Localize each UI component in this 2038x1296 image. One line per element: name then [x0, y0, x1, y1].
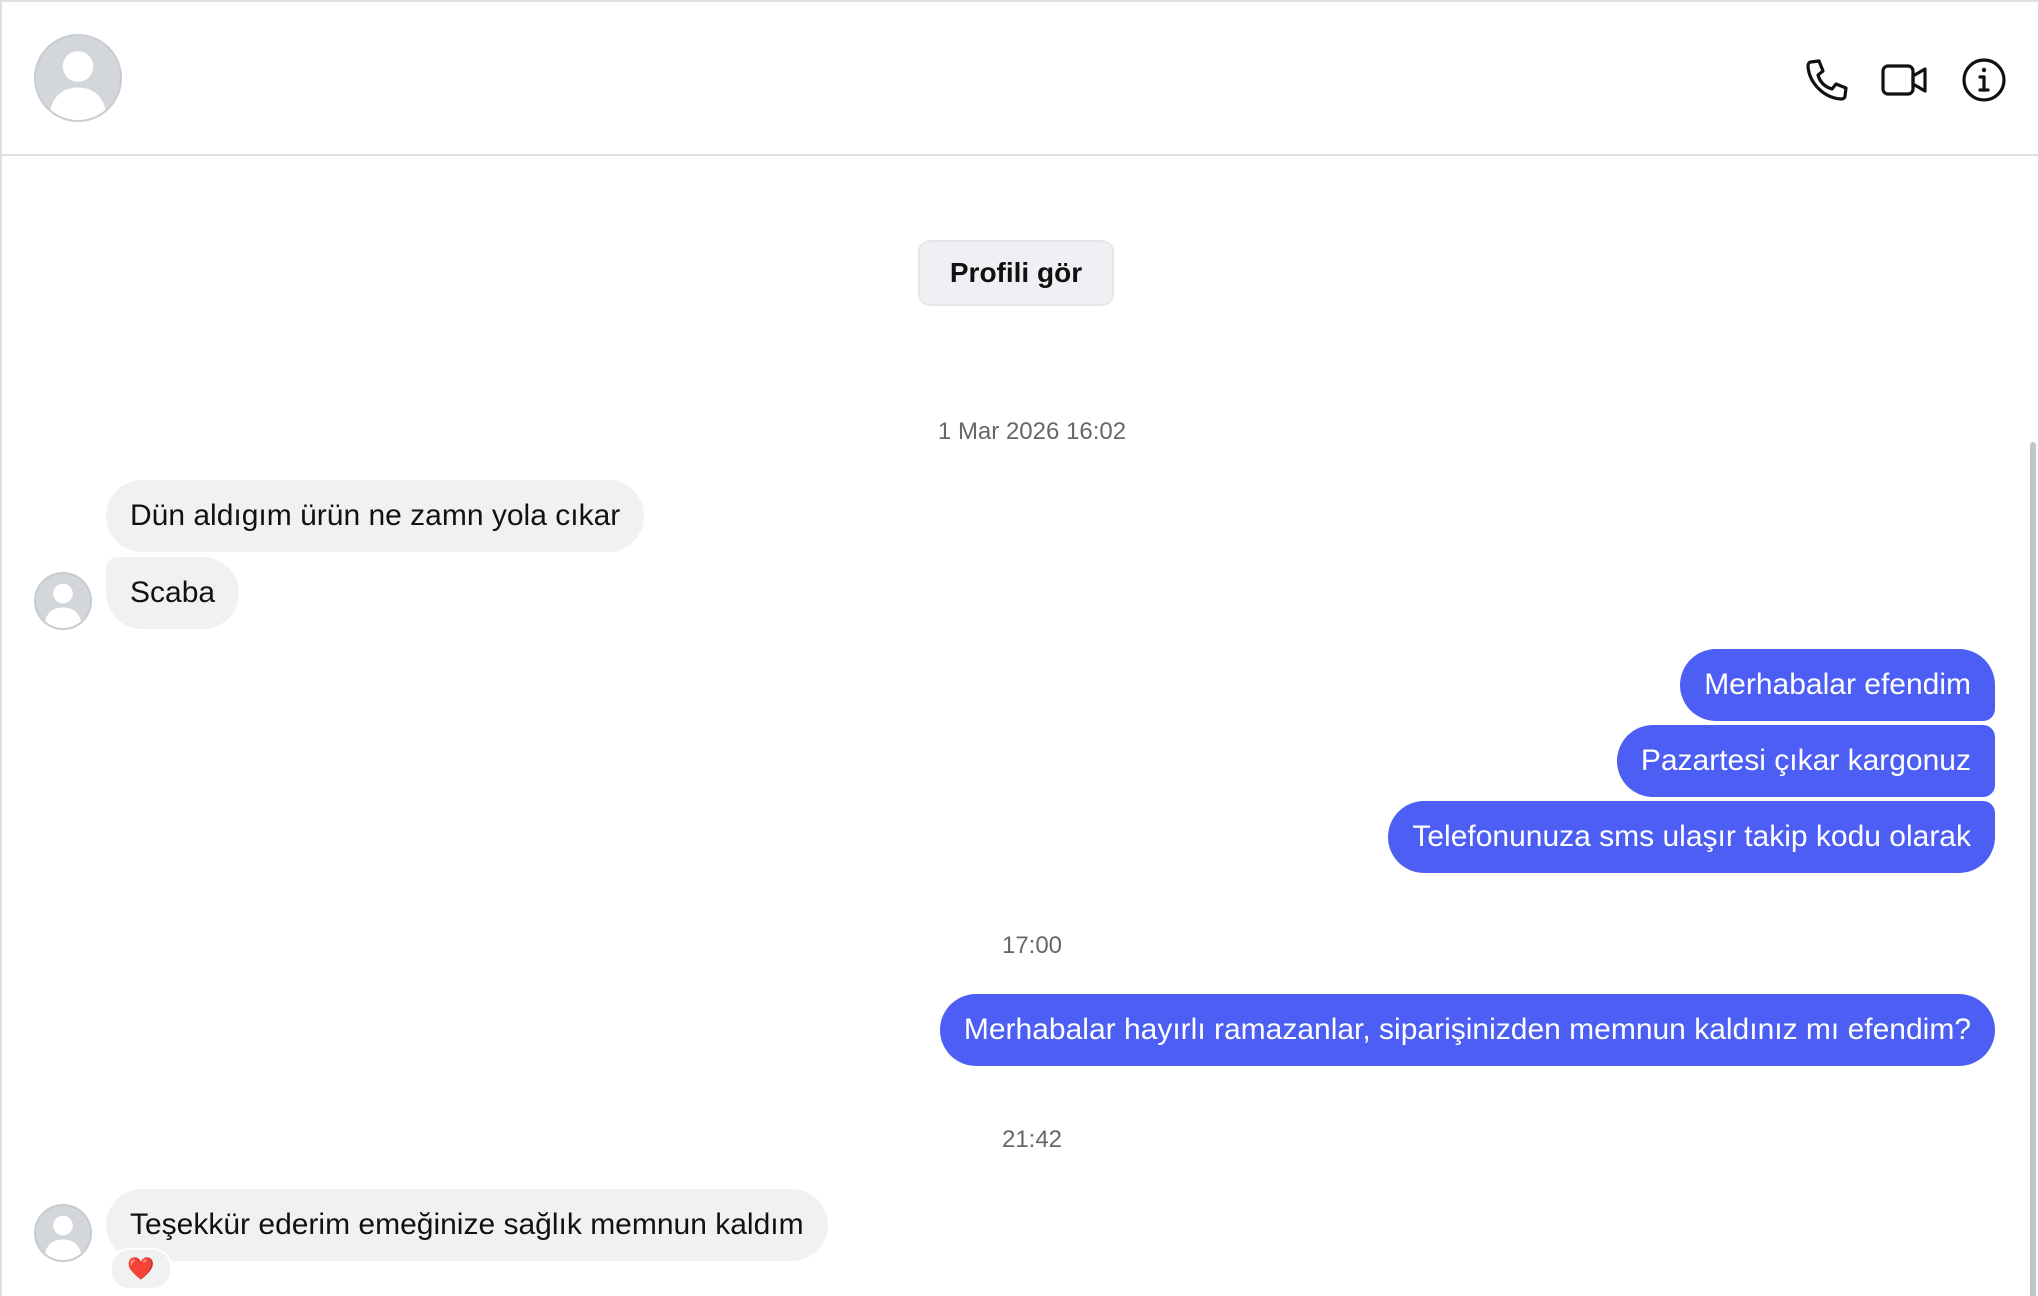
sender-avatar[interactable]	[34, 572, 92, 630]
incoming-message-bubble[interactable]: Teşekkür ederim emeğinize sağlık memnun …	[106, 1189, 828, 1261]
info-icon[interactable]	[1960, 56, 2008, 104]
incoming-message-bubble[interactable]: Scaba	[106, 557, 240, 629]
heart-reaction-badge[interactable]: ❤️	[110, 1248, 172, 1290]
incoming-message-bubble[interactable]: Dün aldıgım ürün ne zamn yola cıkar	[106, 480, 645, 552]
sender-avatar[interactable]	[34, 1204, 92, 1262]
contact-avatar[interactable]	[34, 34, 122, 122]
message-timestamp: 17:00	[1001, 932, 1063, 959]
video-camera-icon[interactable]	[1880, 56, 1928, 104]
view-profile-button[interactable]: Profili gör	[918, 240, 1114, 306]
outgoing-message-bubble[interactable]: Telefonunuza sms ulaşır takip kodu olara…	[1388, 801, 1995, 873]
outgoing-message-bubble[interactable]: Merhabalar hayırlı ramazanlar, siparişin…	[939, 994, 1995, 1066]
default-avatar-icon	[36, 36, 120, 120]
message-timestamp: 1 Mar 2026 16:02	[937, 418, 1127, 445]
outgoing-message-bubble[interactable]: Merhabalar efendim	[1680, 649, 1995, 721]
chat-scrollbar[interactable]	[2030, 442, 2036, 1296]
chat-window: Profili gör 1 Mar 2026 16:02 Dün aldıgım…	[0, 0, 2038, 1296]
default-avatar-icon	[36, 574, 90, 628]
phone-icon[interactable]	[1802, 56, 1850, 104]
chat-header	[2, 2, 2038, 156]
outgoing-message-bubble[interactable]: Pazartesi çıkar kargonuz	[1616, 725, 1995, 797]
default-avatar-icon	[36, 1206, 90, 1260]
heart-icon: ❤️	[127, 1256, 155, 1281]
message-timestamp: 21:42	[1001, 1126, 1063, 1153]
